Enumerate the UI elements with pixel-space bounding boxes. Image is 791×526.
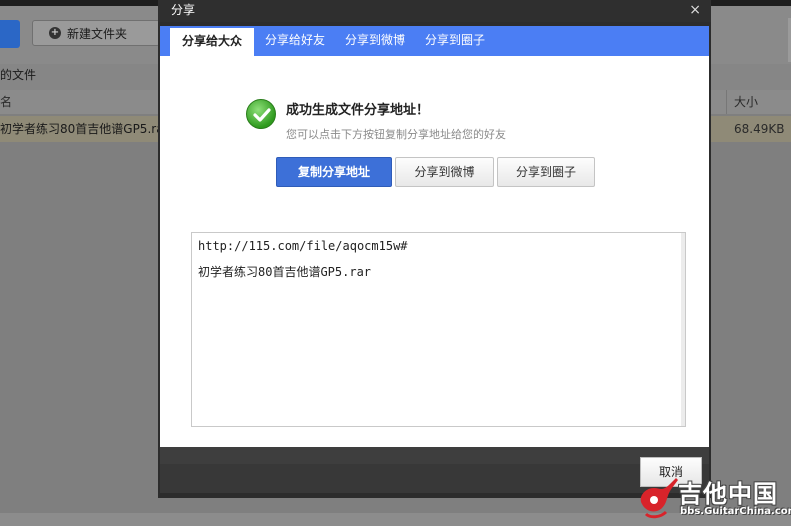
share-weibo-button[interactable]: 分享到微博 [395, 157, 494, 187]
success-title: 成功生成文件分享地址！ [286, 103, 430, 118]
share-link-textarea[interactable]: http://115.com/file/aqocm15w# 初学者练习80首吉他… [191, 232, 686, 427]
textarea-scrollbar[interactable] [681, 233, 685, 426]
column-separator [726, 90, 727, 114]
new-folder-label: 新建文件夹 [67, 26, 128, 41]
watermark-url: bbs.GuitarChina.com [680, 506, 791, 517]
tab-share-friends[interactable]: 分享给好友 [256, 26, 334, 56]
upload-button[interactable] [0, 20, 20, 48]
watermark-title: 吉他中国 [678, 480, 778, 508]
share-circle-button[interactable]: 分享到圈子 [497, 157, 595, 187]
share-dialog: 分享 × 分享给大众 分享给好友 分享到微博 分享到圈子 成功生成文件分享地址！… [158, 0, 711, 498]
file-name: 初学者练习80首吉他谱GP5.rar [0, 122, 169, 136]
share-url: http://115.com/file/aqocm15w# [198, 239, 408, 253]
tab-share-public[interactable]: 分享给大众 [170, 28, 254, 56]
file-size: 68.49KB [734, 122, 785, 136]
close-icon[interactable]: × [689, 1, 701, 19]
breadcrumb-text: 的文件 [0, 68, 37, 82]
footer-strip [160, 447, 709, 464]
guitarchina-watermark: 吉他中国 bbs.GuitarChina.com [636, 472, 791, 524]
column-size-header[interactable]: 大小 [734, 90, 758, 114]
new-folder-button[interactable]: + 新建文件夹 [32, 20, 160, 46]
tab-share-circle[interactable]: 分享到圈子 [416, 26, 494, 56]
tab-share-weibo[interactable]: 分享到微博 [336, 26, 414, 56]
copy-link-button[interactable]: 复制分享地址 [276, 157, 392, 187]
dialog-title: 分享 [171, 3, 196, 17]
success-subtitle: 您可以点击下方按钮复制分享地址给您的好友 [286, 128, 506, 141]
dialog-content: 成功生成文件分享地址！ 您可以点击下方按钮复制分享地址给您的好友 复制分享地址 … [160, 56, 709, 447]
share-tabs: 分享给大众 分享给好友 分享到微博 分享到圈子 [160, 26, 709, 56]
plus-icon: + [49, 27, 61, 39]
guitar-logo-icon [640, 478, 678, 519]
success-check-icon [246, 99, 276, 129]
dialog-footer: 取消 [160, 447, 709, 493]
share-filename: 初学者练习80首吉他谱GP5.rar [198, 265, 372, 279]
column-name-header[interactable]: 名 [0, 90, 12, 114]
dialog-title-bar: 分享 × [158, 0, 711, 22]
